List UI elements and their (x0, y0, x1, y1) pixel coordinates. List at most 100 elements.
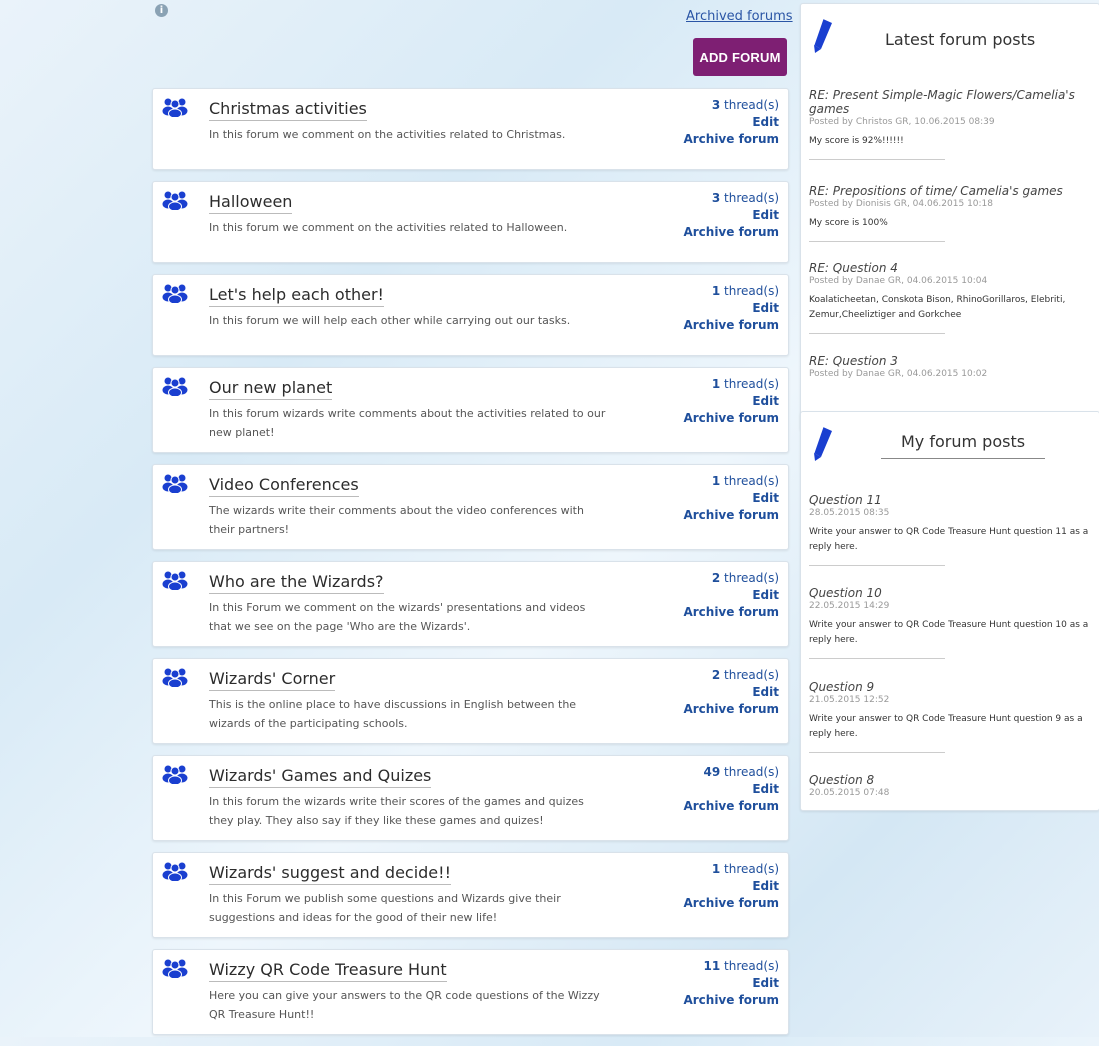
users-group-icon (162, 571, 188, 590)
forum-description: In this Forum we comment on the wizards'… (209, 601, 586, 633)
forum-card: Let's help each other! In this forum we … (152, 274, 789, 356)
forum-meta: 2 thread(s) Edit Archive forum (683, 667, 779, 718)
users-group-icon (162, 284, 188, 303)
archive-forum-link[interactable]: Archive forum (683, 131, 779, 148)
divider (809, 752, 945, 753)
forum-meta: 2 thread(s) Edit Archive forum (683, 570, 779, 621)
forum-description: In this forum we comment on the activiti… (209, 128, 566, 141)
edit-forum-link[interactable]: Edit (683, 684, 779, 701)
thread-count: 1 thread(s) (711, 474, 779, 488)
post-date: 28.05.2015 08:35 (809, 508, 890, 518)
add-forum-button[interactable]: ADD FORUM (693, 38, 787, 76)
archive-forum-link[interactable]: Archive forum (683, 224, 779, 241)
post-body: Write your answer to QR Code Treasure Hu… (809, 620, 1089, 645)
thread-count: 1 thread(s) (711, 862, 779, 876)
forum-title[interactable]: Wizards' suggest and decide!! (209, 863, 451, 885)
latest-post-item[interactable]: RE: Present Simple-Magic Flowers/Camelia… (809, 88, 1091, 160)
archive-forum-link[interactable]: Archive forum (683, 992, 779, 1009)
forum-card: Wizards' suggest and decide!! In this Fo… (152, 852, 789, 938)
divider (809, 565, 945, 566)
post-title[interactable]: RE: Prepositions of time/ Camelia's game… (809, 184, 1091, 198)
post-meta: Posted by Danae GR, 04.06.2015 10:04 (809, 276, 988, 286)
forum-description: In this forum we comment on the activiti… (209, 221, 568, 234)
forum-title[interactable]: Wizards' Games and Quizes (209, 766, 432, 788)
edit-forum-link[interactable]: Edit (683, 300, 779, 317)
edit-forum-link[interactable]: Edit (683, 393, 779, 410)
post-title[interactable]: Question 11 (809, 493, 1091, 507)
my-post-item[interactable]: Question 8 20.05.2015 07:48 (809, 773, 1091, 799)
forum-meta: 49 thread(s) Edit Archive forum (683, 764, 779, 815)
my-post-item[interactable]: Question 9 21.05.2015 12:52 Write your a… (809, 680, 1091, 753)
post-body: Koalaticheetan, Conskota Bison, RhinoGor… (809, 295, 1066, 320)
forum-meta: 1 thread(s) Edit Archive forum (683, 473, 779, 524)
users-group-icon (162, 862, 188, 881)
edit-forum-link[interactable]: Edit (683, 207, 779, 224)
forum-meta: 1 thread(s) Edit Archive forum (683, 861, 779, 912)
post-meta: Posted by Christos GR, 10.06.2015 08:39 (809, 117, 995, 127)
thread-count: 2 thread(s) (711, 571, 779, 585)
forum-card: Halloween In this forum we comment on th… (152, 181, 789, 263)
post-date: 22.05.2015 14:29 (809, 601, 890, 611)
latest-post-item[interactable]: RE: Prepositions of time/ Camelia's game… (809, 184, 1091, 242)
archive-forum-link[interactable]: Archive forum (683, 410, 779, 427)
forum-description: Here you can give your answers to the QR… (209, 989, 600, 1021)
archive-forum-link[interactable]: Archive forum (683, 701, 779, 718)
archive-forum-link[interactable]: Archive forum (683, 604, 779, 621)
my-forum-posts-panel: My forum posts Question 11 28.05.2015 08… (800, 411, 1099, 811)
post-title[interactable]: RE: Question 3 (809, 354, 1091, 368)
forum-meta: 11 thread(s) Edit Archive forum (683, 958, 779, 1009)
forum-title[interactable]: Wizzy QR Code Treasure Hunt (209, 960, 447, 982)
forum-meta: 1 thread(s) Edit Archive forum (683, 376, 779, 427)
forum-title[interactable]: Wizards' Corner (209, 669, 336, 691)
forum-title[interactable]: Christmas activities (209, 99, 367, 121)
post-meta: Posted by Dionisis GR, 04.06.2015 10:18 (809, 199, 993, 209)
edit-forum-link[interactable]: Edit (683, 878, 779, 895)
latest-post-item[interactable]: RE: Question 3 Posted by Danae GR, 04.06… (809, 354, 1091, 380)
archived-forums-link[interactable]: Archived forums (686, 9, 793, 24)
post-meta: Posted by Danae GR, 04.06.2015 10:02 (809, 369, 988, 379)
post-title[interactable]: Question 8 (809, 773, 1091, 787)
edit-forum-link[interactable]: Edit (683, 975, 779, 992)
edit-forum-link[interactable]: Edit (683, 490, 779, 507)
forum-description: In this forum we will help each other wh… (209, 314, 571, 327)
archive-forum-link[interactable]: Archive forum (683, 317, 779, 334)
forum-description: This is the online place to have discuss… (209, 698, 577, 730)
forum-card: Our new planet In this forum wizards wri… (152, 367, 789, 453)
my-post-item[interactable]: Question 11 28.05.2015 08:35 Write your … (809, 493, 1091, 566)
forum-title[interactable]: Video Conferences (209, 475, 359, 497)
post-body: Write your answer to QR Code Treasure Hu… (809, 527, 1089, 552)
thread-count: 3 thread(s) (711, 191, 779, 205)
latest-post-item[interactable]: RE: Question 4 Posted by Danae GR, 04.06… (809, 261, 1091, 334)
forum-title[interactable]: Let's help each other! (209, 285, 384, 307)
forum-title[interactable]: Halloween (209, 192, 293, 214)
divider (809, 333, 945, 334)
post-title[interactable]: RE: Present Simple-Magic Flowers/Camelia… (809, 88, 1091, 116)
forum-description: In this Forum we publish some questions … (209, 892, 561, 924)
forum-description: In this forum wizards write comments abo… (209, 407, 606, 439)
users-group-icon (162, 959, 188, 978)
forum-meta: 1 thread(s) Edit Archive forum (683, 283, 779, 334)
my-post-item[interactable]: Question 10 22.05.2015 14:29 Write your … (809, 586, 1091, 659)
post-body: My score is 100% (809, 218, 888, 228)
users-group-icon (162, 377, 188, 396)
post-title[interactable]: RE: Question 4 (809, 261, 1091, 275)
users-group-icon (162, 765, 188, 784)
thread-count: 3 thread(s) (711, 98, 779, 112)
archive-forum-link[interactable]: Archive forum (683, 798, 779, 815)
post-title[interactable]: Question 9 (809, 680, 1091, 694)
forum-meta: 3 thread(s) Edit Archive forum (683, 97, 779, 148)
edit-forum-link[interactable]: Edit (683, 781, 779, 798)
post-title[interactable]: Question 10 (809, 586, 1091, 600)
archive-forum-link[interactable]: Archive forum (683, 895, 779, 912)
edit-forum-link[interactable]: Edit (683, 114, 779, 131)
divider (809, 159, 945, 160)
forum-card: Wizzy QR Code Treasure Hunt Here you can… (152, 949, 789, 1035)
thread-count: 11 thread(s) (703, 959, 779, 973)
edit-forum-link[interactable]: Edit (683, 587, 779, 604)
forum-title[interactable]: Our new planet (209, 378, 333, 400)
panel-title: Latest forum posts (885, 30, 1036, 49)
archive-forum-link[interactable]: Archive forum (683, 507, 779, 524)
forum-title[interactable]: Who are the Wizards? (209, 572, 384, 594)
users-group-icon (162, 668, 188, 687)
forum-meta: 3 thread(s) Edit Archive forum (683, 190, 779, 241)
